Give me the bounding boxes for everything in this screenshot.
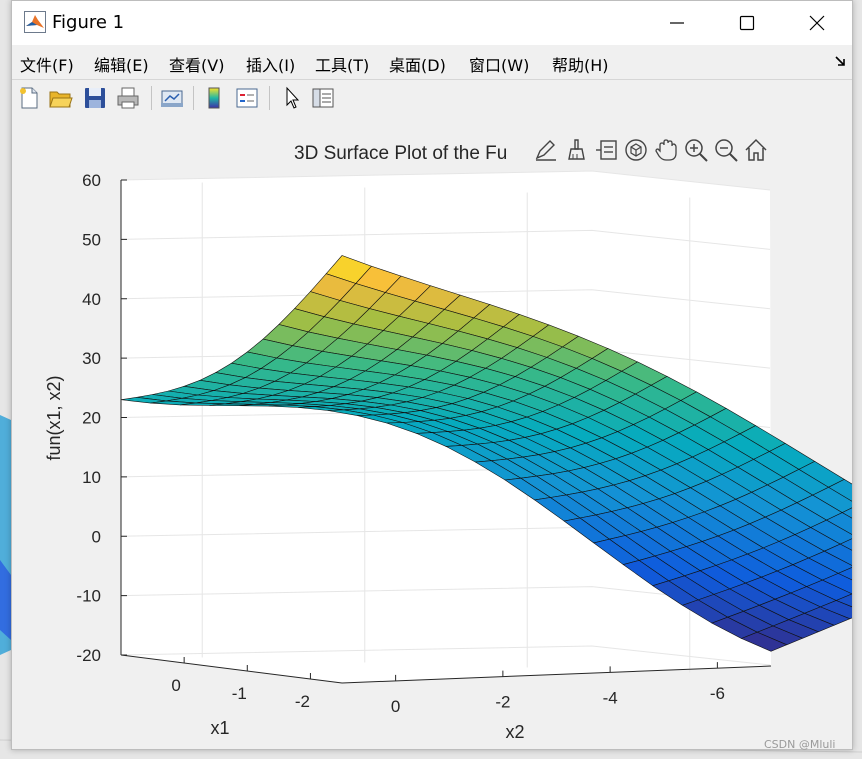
save-icon[interactable] (82, 85, 108, 111)
figure-window: Figure 1 文件(F) 编辑(E) 查看(V) 插入(I) 工具(T) 桌… (11, 0, 853, 750)
menu-edit[interactable]: 编辑(E) (94, 52, 149, 76)
z-tick-label: 30 (82, 349, 101, 368)
x1-tick-label: -2 (295, 692, 310, 711)
open-icon[interactable] (48, 85, 74, 111)
maximize-icon (739, 15, 755, 31)
z-tick-label: 50 (82, 230, 101, 249)
z-tick-label: 20 (82, 409, 101, 428)
close-button[interactable] (782, 1, 852, 45)
menu-file[interactable]: 文件(F) (20, 52, 74, 76)
pan-icon[interactable] (653, 137, 679, 163)
menu-desktop[interactable]: 桌面(D) (389, 52, 446, 76)
z-tick-label: 0 (92, 527, 101, 546)
x2-tick-label: -4 (603, 688, 618, 707)
pointer-icon[interactable] (278, 85, 304, 111)
menu-help[interactable]: 帮助(H) (552, 52, 609, 76)
title-bar[interactable]: Figure 1 (12, 1, 852, 45)
dock-arrow-icon[interactable] (834, 55, 846, 67)
x2-tick-label: 0 (391, 697, 400, 716)
x2-axis-label: x2 (505, 722, 524, 742)
z-tick-labels: 60 50 40 30 20 10 0 -10 -20 (76, 171, 127, 665)
rotate-3d-icon[interactable] (623, 137, 649, 163)
home-icon[interactable] (743, 137, 769, 163)
edit-plot-icon[interactable] (533, 137, 559, 163)
axes-3d[interactable]: 60 50 40 30 20 10 0 -10 -20 0 -1 -2 0 -2 -4 -6 3D Sur… (44, 143, 852, 742)
link-plot-icon[interactable] (159, 85, 185, 111)
menu-insert[interactable]: 插入(I) (246, 52, 295, 76)
plot-area: 60 50 40 30 20 10 0 -10 -20 0 -1 -2 0 -2 -4 -6 3D Sur… (12, 118, 852, 749)
colorbar-icon[interactable] (201, 85, 227, 111)
x1-tick-label: 0 (171, 676, 180, 695)
z-tick-label: 60 (82, 171, 101, 190)
chart-title: 3D Surface Plot of the Fu (294, 143, 507, 164)
minimize-button[interactable] (642, 1, 712, 45)
x2-tick-label: -6 (710, 684, 725, 703)
x1-tick-label: -1 (232, 684, 247, 703)
minimize-icon (670, 22, 684, 24)
print-icon[interactable] (115, 85, 141, 111)
z-tick-label: 10 (82, 468, 101, 487)
close-icon (809, 15, 825, 31)
property-inspector-icon[interactable] (310, 85, 336, 111)
brush-icon[interactable] (563, 137, 589, 163)
x1-axis-label: x1 (210, 718, 229, 738)
zoom-out-icon[interactable] (713, 137, 739, 163)
menu-window[interactable]: 窗口(W) (469, 52, 529, 76)
legend-icon[interactable] (234, 85, 260, 111)
toolbar-separator (151, 86, 152, 110)
toolbar-separator (193, 86, 194, 110)
menu-view[interactable]: 查看(V) (169, 52, 224, 76)
toolbar-separator (269, 86, 270, 110)
maximize-button[interactable] (712, 1, 782, 45)
z-tick-label: 40 (82, 290, 101, 309)
new-figure-icon[interactable] (16, 85, 42, 111)
z-axis-label: fun(x1, x2) (44, 375, 64, 460)
data-tips-icon[interactable] (593, 137, 619, 163)
axes-toolbar (533, 134, 773, 164)
matlab-logo-icon (24, 11, 46, 33)
menu-tools[interactable]: 工具(T) (315, 52, 369, 76)
x2-tick-label: -2 (495, 693, 510, 712)
menu-bar: 文件(F) 编辑(E) 查看(V) 插入(I) 工具(T) 桌面(D) 窗口(W… (12, 45, 852, 79)
z-tick-label: -20 (76, 646, 101, 665)
figure-canvas[interactable]: 60 50 40 30 20 10 0 -10 -20 0 -1 -2 0 -2 -4 -6 3D Sur… (12, 118, 852, 749)
z-tick-label: -10 (76, 587, 101, 606)
window-title: Figure 1 (52, 12, 125, 33)
watermark: CSDN @Mluli (764, 738, 836, 751)
figure-toolbar (12, 79, 852, 119)
zoom-in-icon[interactable] (683, 137, 709, 163)
